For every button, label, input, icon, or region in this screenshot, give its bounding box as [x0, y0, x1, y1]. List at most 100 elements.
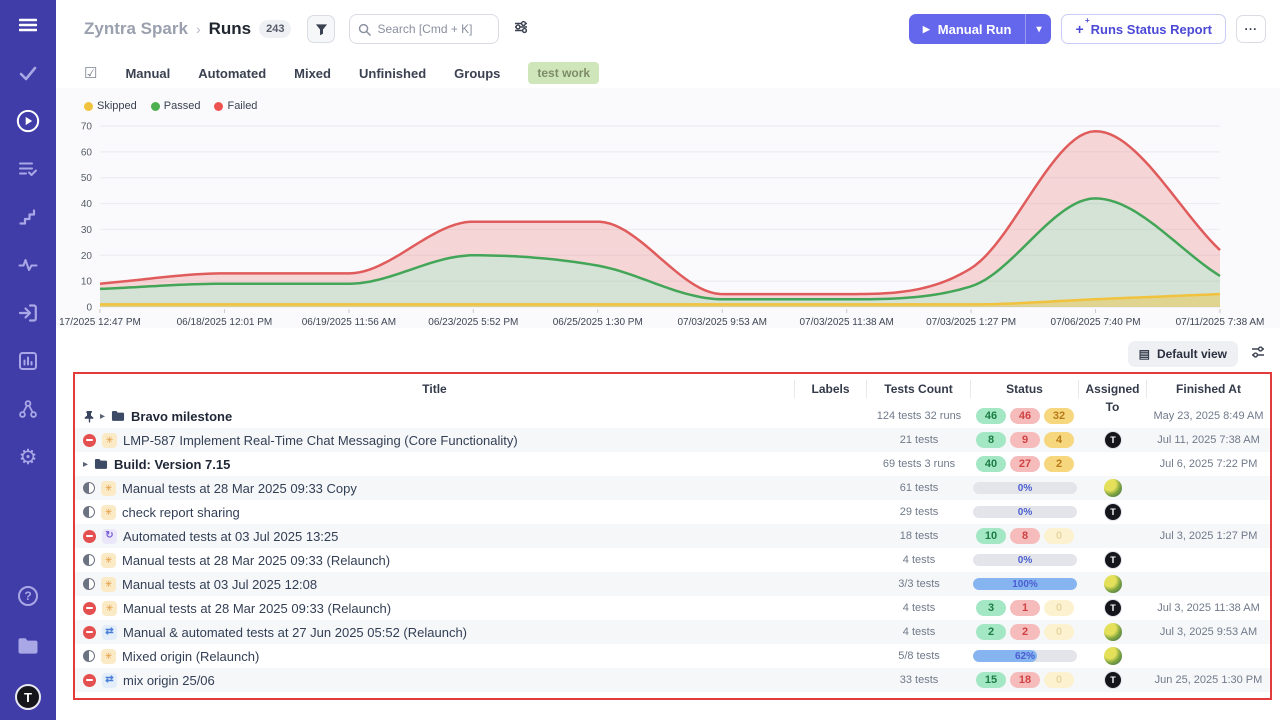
steps-icon[interactable]	[16, 205, 40, 229]
pulse-icon[interactable]	[16, 253, 40, 277]
tab-manual[interactable]: Manual	[125, 66, 170, 81]
status-cell: 220	[971, 620, 1079, 644]
tab-unfinished[interactable]: Unfinished	[359, 66, 426, 81]
tab-mixed[interactable]: Mixed	[294, 66, 331, 81]
run-title[interactable]: Build: Version 7.15	[114, 457, 230, 472]
assignee-avatar[interactable]: T	[1104, 551, 1122, 569]
tab-groups[interactable]: Groups	[454, 66, 500, 81]
table-row[interactable]: ⇄ Manual & automated tests at 27 Jun 2025…	[75, 620, 1270, 644]
test-plans-icon[interactable]	[16, 157, 40, 181]
filter-button[interactable]	[307, 15, 335, 43]
assignee-avatar[interactable]: T	[1104, 431, 1122, 449]
labels-cell	[795, 524, 867, 548]
assignee-avatar[interactable]: T	[1104, 671, 1122, 689]
projects-folder-icon[interactable]	[16, 634, 40, 658]
in-progress-status-icon	[83, 482, 95, 494]
more-options-button[interactable]: ...	[1236, 15, 1266, 43]
run-title[interactable]: LMP-587 Implement Real-Time Chat Messagi…	[123, 433, 518, 448]
branches-icon[interactable]	[16, 397, 40, 421]
table-row[interactable]: ▸Build: Version 7.1569 tests 3 runs40272…	[75, 452, 1270, 476]
col-status[interactable]: Status	[971, 380, 1079, 398]
table-row[interactable]: ✳Manual tests at 28 Mar 2025 09:33 (Rela…	[75, 548, 1270, 572]
svg-text:0: 0	[86, 303, 92, 314]
table-row[interactable]: ✳Manual tests at 28 Mar 2025 09:33 (Rela…	[75, 596, 1270, 620]
run-title[interactable]: Manual tests at 28 Mar 2025 09:33 (Relau…	[122, 553, 390, 568]
breadcrumb-project[interactable]: Zyntra Spark	[84, 19, 188, 39]
runs-status-report-button[interactable]: ++ Runs Status Report	[1061, 14, 1226, 44]
run-title[interactable]: Manual tests at 28 Mar 2025 09:33 Copy	[122, 481, 357, 496]
select-all-icon[interactable]: ☑	[84, 64, 97, 82]
runs-play-icon[interactable]	[16, 109, 40, 133]
failed-count-badge: 27	[1010, 456, 1040, 472]
labels-cell	[795, 596, 867, 620]
svg-text:06/25/2025 1:30 PM: 06/25/2025 1:30 PM	[553, 317, 643, 328]
assignee-cell: T	[1079, 668, 1147, 692]
passed-count-badge: 40	[976, 456, 1006, 472]
run-title[interactable]: mix origin 25/06	[123, 673, 215, 688]
run-title[interactable]: Automated tests at 03 Jul 2025 13:25	[123, 529, 338, 544]
failed-count-badge: 1	[1010, 600, 1040, 616]
assignee-avatar[interactable]: T	[1104, 599, 1122, 617]
run-title[interactable]: check report sharing	[122, 505, 240, 520]
assignee-avatar[interactable]	[1104, 647, 1122, 665]
labels-cell	[795, 620, 867, 644]
assignee-avatar[interactable]	[1104, 479, 1122, 497]
runs-trend-chart[interactable]: 01020304050607017/2025 12:47 PM06/18/202…	[56, 114, 1280, 328]
table-row[interactable]: ✳LMP-587 Implement Real-Time Chat Messag…	[75, 428, 1270, 452]
tests-check-icon[interactable]	[16, 61, 40, 85]
svg-text:70: 70	[81, 122, 93, 133]
col-labels[interactable]: Labels	[795, 380, 867, 398]
analytics-icon[interactable]	[16, 349, 40, 373]
run-title[interactable]: Manual tests at 03 Jul 2025 12:08	[122, 577, 317, 592]
stopped-status-icon	[83, 434, 96, 447]
col-tests-count[interactable]: Tests Count	[867, 380, 971, 398]
title-cell: ▸ Bravo milestone	[75, 404, 795, 428]
table-row[interactable]: ✳check report sharing29 tests0%T	[75, 500, 1270, 524]
run-title[interactable]: Manual tests at 28 Mar 2025 09:33 (Relau…	[123, 601, 391, 616]
status-cell: 0%	[971, 548, 1079, 572]
assignee-avatar[interactable]	[1104, 623, 1122, 641]
expand-chevron-icon[interactable]: ▸	[100, 411, 105, 422]
progress-bar: 62%	[973, 650, 1077, 662]
manual-run-button[interactable]: ▶Manual Run ▾	[909, 14, 1052, 44]
failed-count-badge: 18	[1010, 672, 1040, 688]
mixed-run-icon: ⇄	[102, 625, 117, 640]
default-view-button[interactable]: ▤ Default view	[1128, 341, 1238, 367]
table-row[interactable]: ✳Mixed origin (Relaunch)5/8 tests62%	[75, 644, 1270, 668]
failed-dot-icon	[214, 102, 223, 111]
search-settings-icon[interactable]	[513, 19, 529, 40]
col-title[interactable]: Title	[75, 380, 795, 398]
chevron-down-icon: ▾	[1036, 24, 1041, 35]
skipped-dot-icon	[84, 102, 93, 111]
search-box[interactable]	[349, 14, 499, 44]
col-finished-at[interactable]: Finished At	[1147, 380, 1270, 398]
run-title[interactable]: Manual & automated tests at 27 Jun 2025 …	[123, 625, 467, 640]
view-settings-icon[interactable]	[1250, 344, 1266, 365]
run-title[interactable]: Mixed origin (Relaunch)	[122, 649, 259, 664]
tab-automated[interactable]: Automated	[198, 66, 266, 81]
table-row[interactable]: ⇄mix origin 25/0633 tests15180TJun 25, 2…	[75, 668, 1270, 692]
manual-run-dropdown[interactable]: ▾	[1025, 14, 1051, 44]
table-row[interactable]: ▸Bravo milestone124 tests 32 runs464632M…	[75, 404, 1270, 428]
table-row[interactable]: ✳Manual tests at 28 Mar 2025 09:33 Copy6…	[75, 476, 1270, 500]
tag-test-work[interactable]: test work	[528, 62, 599, 84]
run-title[interactable]: Bravo milestone	[131, 409, 232, 424]
table-row[interactable]: ✳Manual tests at 03 Jul 2025 12:083/3 te…	[75, 572, 1270, 596]
sidebar: ⚙ ? T	[0, 0, 56, 720]
table-row[interactable]: ↻Automated tests at 03 Jul 2025 13:2518 …	[75, 524, 1270, 548]
passed-count-badge: 15	[976, 672, 1006, 688]
settings-gear-icon[interactable]: ⚙	[16, 445, 40, 469]
finished-at-cell	[1147, 548, 1270, 572]
folder-icon	[94, 458, 108, 470]
search-input[interactable]	[377, 22, 487, 36]
import-icon[interactable]	[16, 301, 40, 325]
col-assigned-to[interactable]: Assigned To	[1079, 380, 1147, 398]
stopped-status-icon	[83, 530, 96, 543]
help-icon[interactable]: ?	[16, 584, 40, 608]
expand-chevron-icon[interactable]: ▸	[83, 459, 88, 470]
title-cell: ✳Manual tests at 03 Jul 2025 12:08	[75, 572, 795, 596]
assignee-avatar[interactable]	[1104, 575, 1122, 593]
user-avatar[interactable]: T	[15, 684, 41, 710]
menu-icon[interactable]	[16, 13, 40, 37]
assignee-avatar[interactable]: T	[1104, 503, 1122, 521]
